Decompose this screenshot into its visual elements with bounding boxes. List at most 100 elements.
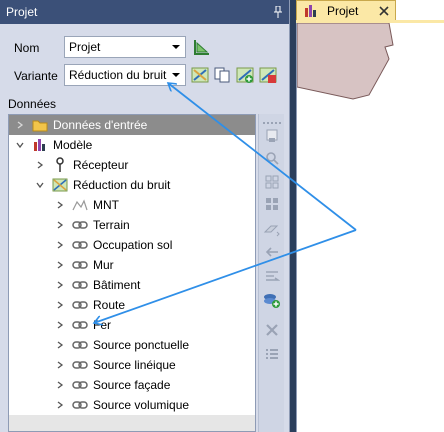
tree-item-route[interactable]: Route xyxy=(55,295,125,315)
model-icon xyxy=(31,137,49,153)
chevron-right-icon[interactable] xyxy=(55,400,65,410)
copy-icon xyxy=(214,67,230,83)
link-icon xyxy=(71,217,89,233)
tree-item-donnees-entree[interactable]: Données d'entrée xyxy=(15,115,147,135)
tree-item-source-lineique[interactable]: Source linéique xyxy=(55,355,176,375)
chevron-right-icon[interactable] xyxy=(55,320,65,330)
chevron-right-icon[interactable] xyxy=(55,300,65,310)
tree-item-source-ponctuelle[interactable]: Source ponctuelle xyxy=(55,335,189,355)
copy-button[interactable] xyxy=(212,65,232,85)
tree-item-label: Bâtiment xyxy=(93,278,141,292)
collapse-all-button[interactable] xyxy=(262,194,282,214)
model-icon xyxy=(305,4,316,17)
tree-item-source-volumique[interactable]: Source volumique xyxy=(55,395,189,415)
map-add-icon xyxy=(236,67,254,83)
link-icon xyxy=(71,377,89,393)
search-button[interactable] xyxy=(262,148,282,168)
tree-item-mnt[interactable]: MNT xyxy=(55,195,119,215)
chart-icon xyxy=(194,40,209,55)
grid-filled-icon xyxy=(266,198,278,210)
terrain-model-icon xyxy=(71,197,89,213)
tab-projet[interactable]: Projet xyxy=(296,0,396,20)
layer-properties-button[interactable] xyxy=(262,126,282,146)
delete-button[interactable] xyxy=(262,320,282,340)
tree-item-label: Modèle xyxy=(53,138,93,152)
tree-footer xyxy=(9,415,255,431)
chart-settings-button[interactable] xyxy=(192,37,212,57)
tree-item-reduction-du-bruit[interactable]: Réduction du bruit xyxy=(35,175,170,195)
panel-title-bar: Projet xyxy=(0,0,289,24)
search-icon xyxy=(266,152,279,165)
chevron-right-icon[interactable] xyxy=(35,160,45,170)
tree-item-label: Route xyxy=(93,298,126,312)
link-icon xyxy=(71,397,89,413)
nom-combobox[interactable]: Projet xyxy=(64,36,186,58)
data-tree[interactable]: Données d'entrée Modèle Récepteur Réduct… xyxy=(8,114,256,432)
link-icon xyxy=(71,357,89,373)
receiver-pin-icon xyxy=(51,157,69,173)
tree-item-batiment[interactable]: Bâtiment xyxy=(55,275,140,295)
tree-item-occupation-sol[interactable]: Occupation sol xyxy=(55,235,172,255)
panel-title: Projet xyxy=(6,5,38,19)
link-icon xyxy=(71,257,89,273)
chevron-right-icon[interactable] xyxy=(55,340,65,350)
link-icon xyxy=(71,337,89,353)
chevron-down-icon[interactable] xyxy=(15,140,25,150)
list-icon xyxy=(266,349,278,359)
map-edit-button[interactable] xyxy=(190,65,210,85)
tree-item-label: Terrain xyxy=(93,218,130,232)
link-icon xyxy=(71,237,89,253)
variante-combobox[interactable]: Réduction du bruit xyxy=(64,64,186,86)
tree-item-modele[interactable]: Modèle xyxy=(15,135,92,155)
import-button[interactable] xyxy=(262,266,282,286)
tree-item-label: Source façade xyxy=(93,378,171,392)
eraser-icon xyxy=(263,225,280,237)
add-layer-icon xyxy=(264,294,280,308)
nom-label: Nom xyxy=(14,41,40,55)
add-variant-button[interactable] xyxy=(235,65,255,85)
tree-item-label: Source linéique xyxy=(93,358,176,372)
tree-item-label: Récepteur xyxy=(73,158,129,172)
side-toolbar xyxy=(258,114,284,432)
close-icon xyxy=(266,324,278,336)
chevron-right-icon[interactable] xyxy=(55,240,65,250)
delete-variant-button[interactable] xyxy=(258,65,278,85)
close-icon[interactable] xyxy=(379,6,389,16)
donnees-label: Données xyxy=(8,97,57,111)
chevron-right-icon[interactable] xyxy=(15,120,25,130)
chevron-right-icon[interactable] xyxy=(55,260,65,270)
chevron-right-icon[interactable] xyxy=(55,220,65,230)
tree-item-mur[interactable]: Mur xyxy=(55,255,114,275)
eraser-button[interactable] xyxy=(262,220,282,240)
expand-all-button[interactable] xyxy=(262,172,282,192)
tree-item-label: Réduction du bruit xyxy=(73,178,171,192)
chevron-down-icon[interactable] xyxy=(35,180,45,190)
chevron-down-icon[interactable] xyxy=(169,65,183,85)
tree-item-label: MNT xyxy=(93,198,119,212)
tree-item-fer[interactable]: Fer xyxy=(55,315,111,335)
tree-item-label: Mur xyxy=(93,258,114,272)
add-layer-button[interactable] xyxy=(262,290,282,310)
import-icon xyxy=(266,271,280,281)
map-building-shape xyxy=(296,22,394,100)
project-panel: Projet Nom Projet Variante Réduction du … xyxy=(0,0,290,432)
chevron-right-icon[interactable] xyxy=(55,280,65,290)
tree-item-label: Occupation sol xyxy=(93,238,173,252)
chevron-down-icon[interactable] xyxy=(169,37,183,57)
pin-icon[interactable] xyxy=(273,6,283,18)
variante-value: Réduction du bruit xyxy=(69,68,167,82)
chevron-right-icon[interactable] xyxy=(55,200,65,210)
chevron-right-icon[interactable] xyxy=(55,380,65,390)
tree-item-label: Données d'entrée xyxy=(53,118,148,132)
grid-outline-icon xyxy=(265,175,279,189)
link-icon xyxy=(71,317,89,333)
link-icon xyxy=(71,297,89,313)
move-left-button[interactable] xyxy=(262,242,282,262)
tree-item-label: Fer xyxy=(93,318,111,332)
list-button[interactable] xyxy=(262,344,282,364)
tree-item-source-facade[interactable]: Source façade xyxy=(55,375,170,395)
map-canvas[interactable] xyxy=(296,22,444,432)
tree-item-terrain[interactable]: Terrain xyxy=(55,215,130,235)
chevron-right-icon[interactable] xyxy=(55,360,65,370)
tree-item-recepteur[interactable]: Récepteur xyxy=(35,155,128,175)
